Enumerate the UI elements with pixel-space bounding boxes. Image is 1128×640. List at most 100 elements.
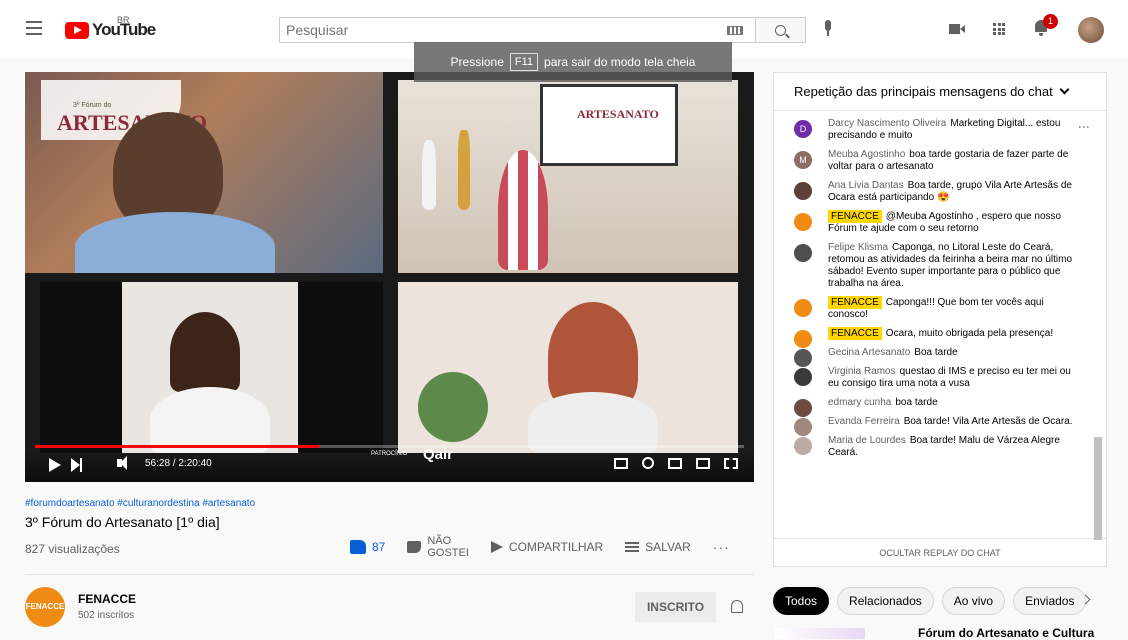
hashtags[interactable]: #forumdoartesanato #culturanordestina #a… <box>25 498 255 509</box>
chat-author-name: FENACCE <box>828 327 882 340</box>
related-video-title[interactable]: Fórum do Artesanato e Cultura <box>918 626 1094 640</box>
chat-message[interactable]: M Meuba Agostinho boa tarde gostaria de fa… <box>774 146 1094 177</box>
create-video-icon[interactable] <box>949 24 965 34</box>
search-input[interactable] <box>280 18 710 42</box>
next-icon[interactable] <box>71 458 82 472</box>
more-options-icon[interactable]: ··· <box>713 539 730 555</box>
chat-author-avatar <box>794 244 812 262</box>
video-actions: 87 NÃO GOSTEI COMPARTILHAR SALVAR ··· <box>350 535 730 559</box>
share-arrow-icon <box>490 541 503 553</box>
chat-message-text: Ocara, muito obrigada pela presença! <box>885 328 1054 339</box>
chat-message-text: boa tarde <box>895 397 938 408</box>
theater-mode-icon[interactable] <box>696 457 710 469</box>
youtube-play-icon <box>65 21 89 39</box>
video-tile-speaker-2 <box>40 282 383 453</box>
chat-author-name: FENACCE <box>828 210 882 223</box>
volume-icon[interactable] <box>117 456 127 470</box>
video-tile-speaker-1: 3º Fórum do ARTESANATO <box>25 72 383 273</box>
video-tile-studio: ARTESANATO <box>398 80 738 273</box>
like-button[interactable]: 87 <box>350 540 385 554</box>
video-tile-speaker-3 <box>398 282 738 453</box>
hide-chat-replay-button[interactable]: OCULTAR REPLAY DO CHAT <box>774 538 1106 566</box>
region-label: BR <box>117 15 130 25</box>
subscriber-count: 502 inscritos <box>78 610 135 621</box>
chat-message[interactable]: edmary cunha boa tarde <box>774 394 1094 417</box>
sponsor-label: PATROCÍNIO <box>371 451 408 457</box>
chat-author-avatar <box>794 213 812 231</box>
share-button[interactable]: COMPARTILHAR <box>490 540 604 554</box>
microphone-icon[interactable] <box>822 20 834 40</box>
chat-message[interactable]: FENACCE Caponga!!! Que bom ter vocês aqui… <box>774 294 1094 325</box>
player-right-controls <box>614 457 738 469</box>
chat-author-avatar: M <box>794 151 812 169</box>
channel-avatar[interactable]: FENACCE <box>25 587 65 627</box>
video-title: 3º Fórum do Artesanato [1º dia] <box>25 514 220 530</box>
avatar[interactable] <box>1078 17 1104 43</box>
sponsor-logo: Qair <box>423 446 454 463</box>
save-label: SALVAR <box>645 540 691 554</box>
chat-author-name: Gecina Artesanato <box>828 347 911 358</box>
related-video-thumbnail[interactable] <box>775 628 865 639</box>
live-chat-replay: Repetição das principais mensagens do ch… <box>773 72 1107 567</box>
forum-logo-subtitle: 3º Fórum do <box>73 102 112 109</box>
chat-message-list[interactable]: D Darcy Nascimento Oliveira Marketing Digi… <box>774 115 1094 540</box>
chat-author-name: Evanda Ferreira <box>828 416 900 427</box>
chat-message[interactable]: Virginia Ramos questao di IMS e preciso e… <box>774 363 1094 394</box>
studio-tv: ARTESANATO <box>540 84 678 166</box>
apps-grid-icon[interactable] <box>993 23 1005 35</box>
like-count: 87 <box>372 540 386 554</box>
chat-message[interactable]: Maria de Lourdes Boa tarde! Malu de Várze… <box>774 432 1094 463</box>
dislike-button[interactable]: NÃO GOSTEI <box>407 535 469 559</box>
chat-message[interactable]: Felipe Klisma Caponga, no Litoral Leste d… <box>774 239 1094 294</box>
filter-chip[interactable]: Relacionados <box>837 587 934 615</box>
message-menu-icon[interactable]: ⋮ <box>1077 121 1091 133</box>
dislike-label-line1: NÃO <box>427 535 452 547</box>
play-icon[interactable] <box>49 458 61 472</box>
chat-author-name: Maria de Lourdes <box>828 435 906 446</box>
channel-name[interactable]: FENACCE <box>78 592 136 606</box>
channel-notification-bell-icon[interactable] <box>731 600 743 613</box>
subscribe-button[interactable]: INSCRITO <box>635 592 716 622</box>
settings-icon[interactable] <box>642 457 654 469</box>
chat-message[interactable]: FENACCE @Meuba Agostinho , espero que nos… <box>774 208 1094 239</box>
chat-message[interactable]: Evanda Ferreira Boa tarde! Vila Arte Arte… <box>774 413 1094 436</box>
filter-chip[interactable]: Enviados <box>1013 587 1087 615</box>
chat-message[interactable]: FENACCE Ocara, muito obrigada pela presen… <box>774 325 1094 348</box>
chat-message[interactable]: Ana Livia Dantas Boa tarde, grupo Vila Ar… <box>774 177 1094 208</box>
chat-author-name: Meuba Agostinho <box>828 149 906 160</box>
subtitles-icon[interactable] <box>614 457 628 469</box>
chat-author-name: Darcy Nascimento Oliveira <box>828 118 947 129</box>
playlist-add-icon <box>625 542 640 552</box>
video-player[interactable]: 3º Fórum do ARTESANATO ARTESANATO 56:28 … <box>25 72 754 482</box>
chat-message[interactable]: Gecina Artesanato Boa tarde <box>774 344 1094 367</box>
progress-bar[interactable] <box>35 445 744 448</box>
share-label: COMPARTILHAR <box>508 540 604 554</box>
chat-author-avatar <box>794 182 812 200</box>
dislike-label-line2: GOSTEI <box>427 547 469 559</box>
view-count: 827 visualizações <box>25 542 120 556</box>
chat-author-name: Ana Livia Dantas <box>828 180 904 191</box>
search-button[interactable] <box>756 17 806 43</box>
notification-count-badge: 1 <box>1043 14 1058 29</box>
chevron-down-icon <box>1059 84 1070 95</box>
chat-author-name: edmary cunha <box>828 397 892 408</box>
filter-chip[interactable]: Ao vivo <box>941 587 1006 615</box>
youtube-logo[interactable]: YouTube <box>65 20 156 40</box>
fullscreen-icon[interactable] <box>724 457 738 469</box>
save-button[interactable]: SALVAR <box>625 540 691 554</box>
filter-chip[interactable]: Todos <box>773 587 830 615</box>
progress-fill <box>35 445 320 448</box>
chat-author-avatar: D <box>794 120 812 138</box>
keyboard-icon[interactable] <box>727 26 743 35</box>
chat-scrollbar[interactable] <box>1094 437 1102 540</box>
chat-mode-label: Repetição das principais mensagens do ch… <box>794 84 1053 99</box>
thumbs-down-icon <box>407 541 422 553</box>
chat-message[interactable]: D Darcy Nascimento Oliveira Marketing Digi… <box>774 115 1094 146</box>
chat-message-text: Boa tarde! Vila Arte Artesãs de Ocara. <box>903 416 1073 427</box>
search-icon <box>775 24 786 36</box>
chat-header[interactable]: Repetição das principais mensagens do ch… <box>774 73 1106 111</box>
miniplayer-icon[interactable] <box>668 457 682 469</box>
thumbs-up-icon <box>350 540 366 554</box>
time-display: 56:28 / 2:20:40 <box>145 458 212 469</box>
menu-icon[interactable] <box>26 21 42 35</box>
